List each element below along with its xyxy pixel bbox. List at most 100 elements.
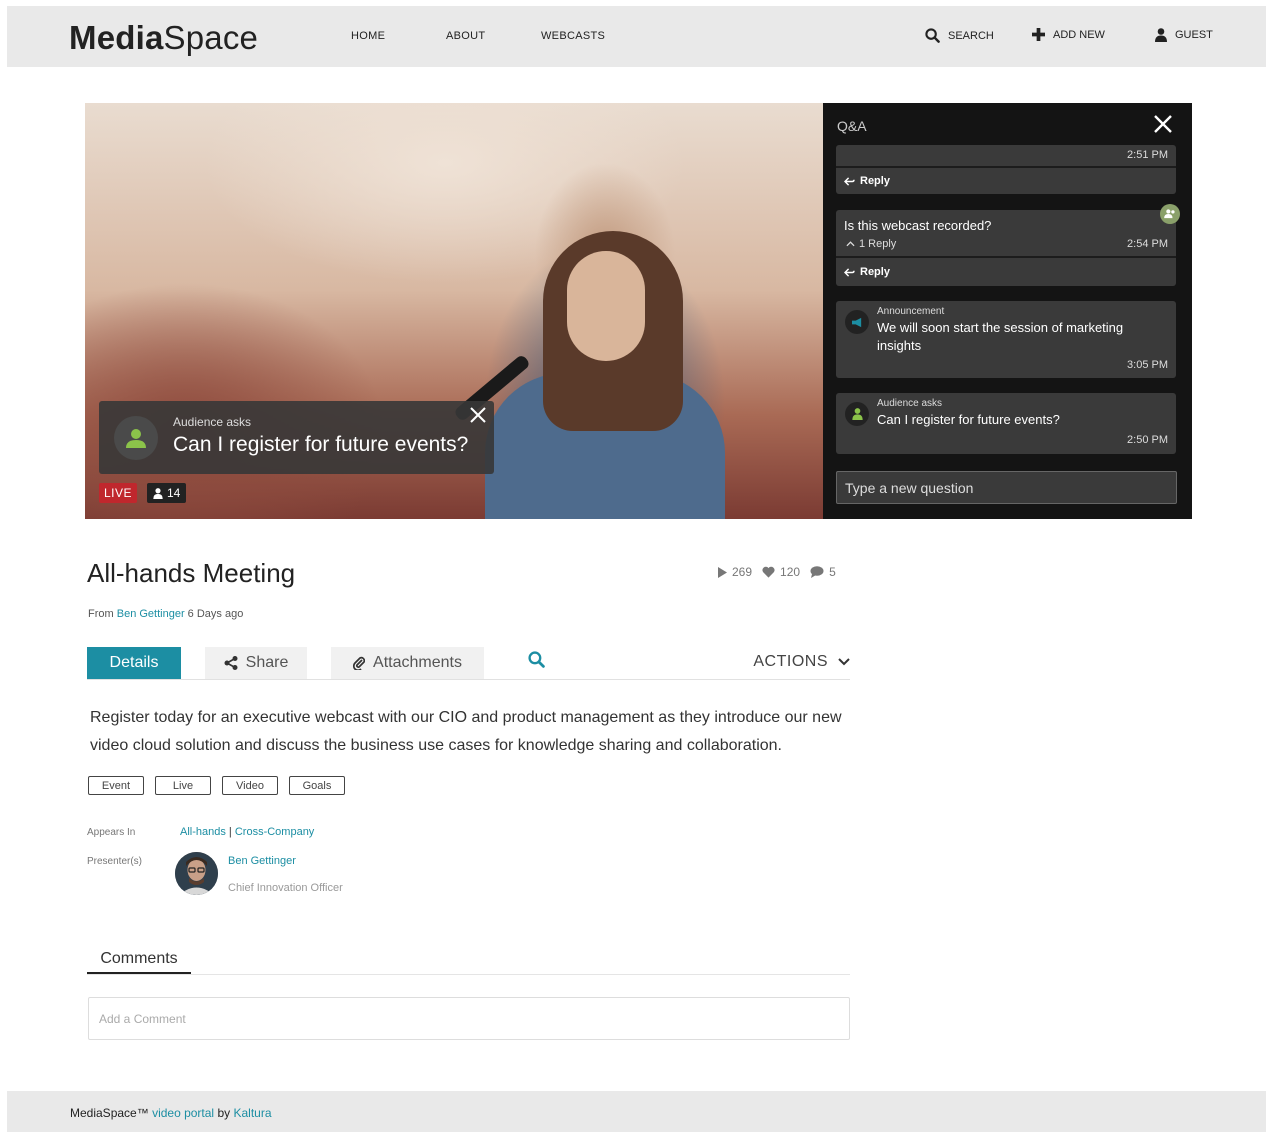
qa-time: 2:54 PM — [1127, 238, 1168, 250]
video-player[interactable]: Audience asks Can I register for future … — [85, 103, 1192, 519]
tag[interactable]: Live — [155, 776, 211, 795]
entry-title: All-hands Meeting — [87, 558, 296, 588]
guest-button[interactable]: GUEST — [1155, 28, 1213, 42]
footer-portal-link[interactable]: video portal — [152, 1106, 214, 1120]
reply-icon — [844, 176, 855, 186]
presenters-label: Presenter(s) — [87, 856, 143, 867]
user-icon — [126, 429, 146, 448]
presenter-role: Chief Innovation Officer — [228, 882, 343, 894]
video-frame[interactable]: Audience asks Can I register for future … — [85, 103, 823, 519]
tab-label: Share — [245, 654, 289, 671]
tab-comments[interactable]: Comments — [87, 945, 191, 975]
likes-stat[interactable]: 120 — [762, 565, 800, 579]
actions-dropdown[interactable]: ACTIONS — [753, 653, 850, 671]
close-icon — [1154, 115, 1172, 133]
entry-byline: From Ben Gettinger 6 Days ago — [88, 608, 243, 620]
viewer-count: 14 — [167, 486, 181, 500]
entry-stats: 269 120 5 — [718, 565, 836, 579]
category-link[interactable]: All-hands — [180, 826, 226, 838]
qa-reply-button[interactable]: Reply — [844, 266, 890, 278]
category-link[interactable]: Cross-Company — [235, 826, 314, 838]
chevron-down-icon — [838, 658, 850, 666]
qa-time: 3:05 PM — [1127, 359, 1168, 371]
likes-count: 120 — [780, 565, 801, 579]
announcement-avatar — [845, 310, 869, 334]
qa-thread: 2:51 PM Reply — [836, 145, 1176, 194]
reply-count-label: 1 Reply — [859, 238, 897, 250]
chevron-up-icon — [846, 241, 855, 247]
comment-icon — [810, 566, 824, 578]
close-icon — [470, 407, 486, 423]
plays-stat: 269 — [718, 565, 752, 579]
overlay-close-button[interactable] — [468, 405, 488, 430]
megaphone-icon — [851, 317, 861, 327]
user-icon — [153, 487, 163, 499]
tab-details[interactable]: Details — [87, 647, 181, 679]
presenter-avatar — [175, 852, 218, 895]
footer-product: MediaSpace™ — [70, 1106, 149, 1120]
qa-close-button[interactable] — [1152, 113, 1174, 140]
nav-webcasts[interactable]: WEBCASTS — [541, 30, 605, 42]
paperclip-icon — [353, 656, 366, 670]
qa-announcement: Announcement We will soon start the sess… — [836, 301, 1176, 378]
audience-question-text: Can I register for future events? — [877, 412, 1060, 427]
speaker-face — [567, 251, 645, 361]
entry-tags: Event Live Video Goals — [88, 776, 345, 795]
announcement-label: Announcement — [877, 306, 945, 317]
reply-icon — [844, 267, 855, 277]
heart-icon — [762, 566, 775, 578]
mediaspace-logo[interactable]: MediaSpace — [69, 19, 258, 57]
qa-panel: Q&A 2:51 PM Reply Is this webcast record… — [823, 103, 1192, 519]
tab-share[interactable]: Share — [205, 647, 307, 679]
appears-in-value: All-hands | Cross-Company — [180, 826, 314, 838]
guest-label: GUEST — [1175, 29, 1213, 41]
tab-search-button[interactable] — [528, 651, 545, 673]
footer-by: by — [217, 1106, 231, 1120]
top-header: MediaSpace HOME ABOUT WEBCASTS SEARCH AD… — [7, 6, 1266, 67]
tab-attachments[interactable]: Attachments — [331, 647, 484, 679]
entry-age: 6 Days ago — [187, 608, 244, 620]
footer: MediaSpace™ video portal by Kaltura — [7, 1091, 1266, 1132]
new-question-input[interactable] — [836, 471, 1177, 504]
live-badge: LIVE — [99, 483, 138, 503]
play-icon — [718, 566, 727, 578]
nav-about[interactable]: ABOUT — [446, 30, 485, 42]
add-new-button[interactable]: ADD NEW — [1032, 28, 1105, 41]
user-icon — [851, 408, 863, 420]
tag[interactable]: Goals — [289, 776, 345, 795]
plus-icon — [1032, 28, 1045, 41]
footer-text: MediaSpace™ video portal by Kaltura — [70, 1106, 272, 1120]
qa-thread: Is this webcast recorded? 1 Reply 2:54 P… — [836, 204, 1180, 286]
user-badge — [1160, 204, 1180, 224]
overlay-label: Audience asks — [173, 415, 252, 429]
qa-time: 2:51 PM — [1127, 149, 1168, 161]
qa-time: 2:50 PM — [1127, 434, 1168, 446]
presenter-photo — [175, 852, 218, 895]
tag[interactable]: Event — [88, 776, 144, 795]
qa-audience-question: Audience asks Can I register for future … — [836, 393, 1176, 454]
qa-reply-button[interactable]: Reply — [844, 175, 890, 187]
entry-tabs: Details Share Attachments ACTIONS — [87, 647, 850, 680]
user-icon — [1155, 28, 1167, 42]
reply-label: Reply — [860, 175, 890, 187]
announcement-text: We will soon start the session of market… — [877, 320, 1124, 353]
nav-home[interactable]: HOME — [351, 30, 385, 42]
asker-avatar — [845, 402, 869, 426]
add-new-label: ADD NEW — [1053, 28, 1105, 41]
footer-vendor-link[interactable]: Kaltura — [233, 1106, 271, 1120]
search-button[interactable]: SEARCH — [925, 28, 994, 43]
actions-label: ACTIONS — [753, 653, 828, 670]
comments-divider — [87, 974, 850, 975]
users-icon — [1164, 209, 1175, 219]
author-link[interactable]: Ben Gettinger — [117, 608, 185, 620]
qa-reply-count[interactable]: 1 Reply — [846, 238, 896, 250]
reply-label: Reply — [860, 266, 890, 278]
add-comment-input[interactable] — [88, 997, 850, 1040]
qa-title: Q&A — [837, 118, 867, 134]
qa-separator — [836, 166, 1176, 168]
audience-asks-label: Audience asks — [877, 398, 943, 409]
from-label: From — [88, 608, 114, 620]
qa-separator — [836, 256, 1176, 258]
tag[interactable]: Video — [222, 776, 278, 795]
presenter-name-link[interactable]: Ben Gettinger — [228, 855, 296, 867]
